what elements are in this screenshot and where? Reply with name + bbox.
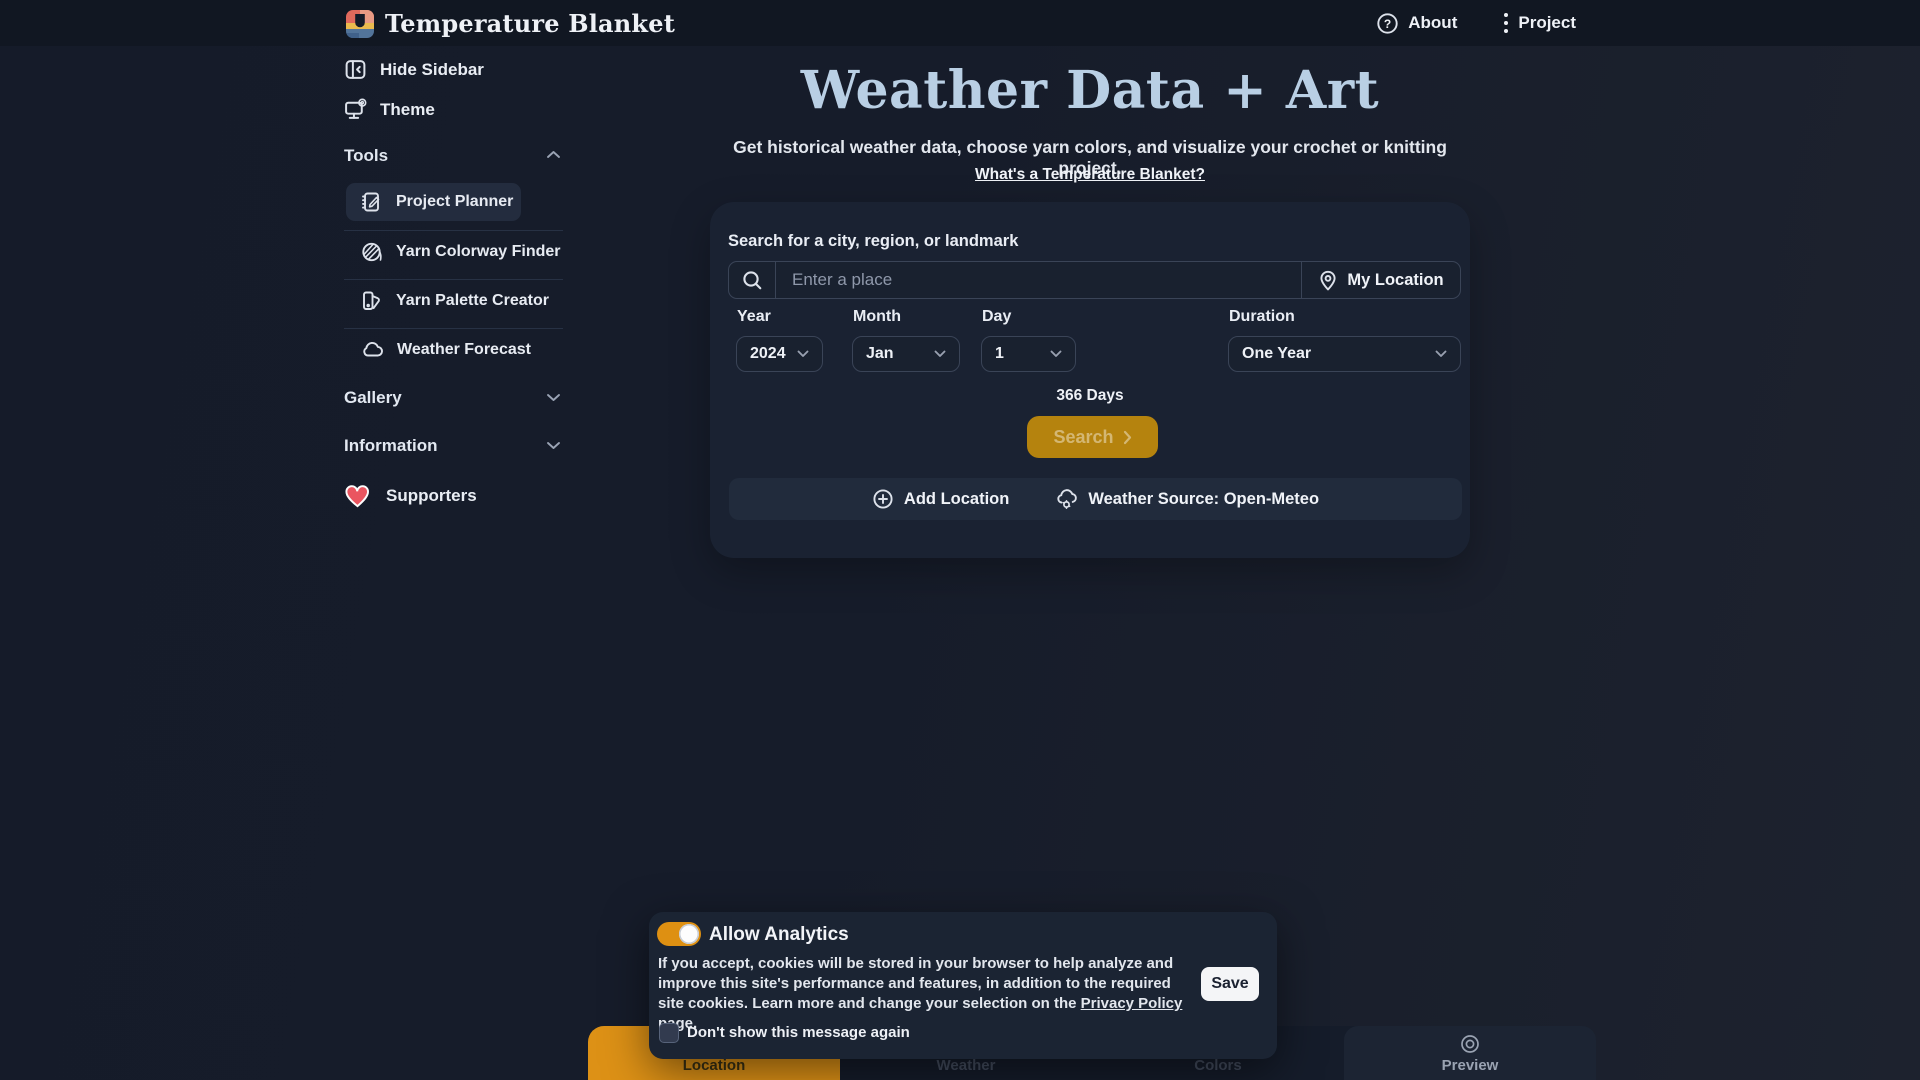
search-icon-button[interactable]: [729, 262, 776, 298]
save-button[interactable]: Save: [1201, 967, 1259, 1001]
preview-target-icon: [1459, 1033, 1481, 1055]
cookie-banner: Allow Analytics If you accept, cookies w…: [649, 912, 1277, 1059]
days-count: 366 Days: [710, 387, 1470, 405]
plus-circle-icon: [872, 488, 894, 510]
heart-icon: [344, 483, 371, 509]
cloud-icon: [361, 338, 384, 361]
cookie-banner-title: Allow Analytics: [709, 924, 849, 946]
kebab-menu-icon: [1503, 11, 1509, 35]
search-card-label: Search for a city, region, or landmark: [728, 232, 1018, 251]
chevron-down-icon[interactable]: [546, 393, 561, 402]
help-badge-icon: ?: [1376, 12, 1399, 35]
sidebar: Hide Sidebar Theme Tools: [344, 46, 563, 646]
page-title: Weather Data + Art: [710, 60, 1470, 121]
place-search-input[interactable]: [776, 262, 1301, 298]
search-card: Search for a city, region, or landmark: [710, 202, 1470, 558]
map-pin-icon: [1318, 270, 1338, 291]
cookie-banner-body: If you accept, cookies will be stored in…: [658, 954, 1190, 1034]
information-section-header[interactable]: Information: [344, 436, 438, 456]
chevron-down-icon: [934, 350, 946, 358]
toggle-knob: [679, 924, 699, 944]
brand-name: Temperature Blanket: [385, 9, 675, 38]
tab-preview[interactable]: Preview: [1344, 1026, 1596, 1080]
day-label: Day: [982, 308, 1011, 326]
chevron-up-icon[interactable]: [546, 150, 561, 159]
year-label: Year: [737, 308, 771, 326]
dont-show-again-label: Don't show this message again: [687, 1024, 910, 1041]
chevron-down-icon: [797, 350, 809, 358]
chevron-down-icon: [1050, 350, 1062, 358]
notebook-pencil-icon: [361, 191, 383, 213]
sidebar-item-yarn-colorway-finder[interactable]: Yarn Colorway Finder: [346, 233, 560, 270]
sidebar-item-yarn-palette-creator[interactable]: Yarn Palette Creator: [346, 282, 549, 319]
yarn-ball-icon: [361, 241, 383, 263]
chevron-down-icon: [1435, 350, 1447, 358]
place-search-row: My Location: [728, 261, 1461, 299]
year-select[interactable]: 2024: [736, 336, 823, 372]
add-location-button[interactable]: Add Location: [872, 488, 1009, 510]
topbar: Temperature Blanket ? About: [0, 0, 1920, 46]
project-menu-button[interactable]: Project: [1503, 11, 1576, 35]
sidebar-divider: [344, 328, 563, 329]
month-select[interactable]: Jan: [852, 336, 960, 372]
day-select[interactable]: 1: [981, 336, 1076, 372]
hide-sidebar-button[interactable]: Hide Sidebar: [344, 58, 484, 81]
allow-analytics-toggle[interactable]: [657, 922, 701, 946]
brand[interactable]: Temperature Blanket: [346, 9, 675, 38]
sidebar-divider: [344, 230, 563, 231]
duration-select[interactable]: One Year: [1228, 336, 1461, 372]
month-label: Month: [853, 308, 901, 326]
gallery-section-header[interactable]: Gallery: [344, 388, 402, 408]
panel-collapse-icon: [344, 58, 367, 81]
theme-button[interactable]: Theme: [344, 98, 435, 121]
app-root: Temperature Blanket ? About: [0, 0, 1920, 1080]
search-button[interactable]: Search: [1027, 416, 1158, 458]
weather-source-button[interactable]: Weather Source: Open-Meteo: [1055, 488, 1319, 511]
sidebar-divider: [344, 279, 563, 280]
top-navigation: ? About Project: [1376, 0, 1576, 46]
card-footer-bar: Add Location Weather Source: Open-Meteo: [729, 478, 1462, 520]
swatch-cards-icon: [361, 290, 383, 312]
my-location-button[interactable]: My Location: [1301, 262, 1460, 298]
about-button[interactable]: ? About: [1376, 12, 1457, 35]
dont-show-again-checkbox[interactable]: [659, 1023, 679, 1043]
app-logo-icon: [346, 10, 374, 38]
chevron-right-icon: [1123, 430, 1132, 445]
sidebar-item-weather-forecast[interactable]: Weather Forecast: [346, 331, 531, 368]
privacy-policy-link[interactable]: Privacy Policy: [1081, 995, 1183, 1012]
cloud-gear-icon: [1055, 488, 1078, 511]
duration-label: Duration: [1229, 308, 1295, 326]
sidebar-item-supporters[interactable]: Supporters: [344, 483, 477, 509]
search-icon: [742, 270, 763, 291]
svg-text:?: ?: [1384, 17, 1391, 31]
chevron-down-icon[interactable]: [546, 441, 561, 450]
tools-section-header[interactable]: Tools: [344, 146, 388, 166]
whats-a-temperature-blanket-link: What's a Temperature Blanket?: [710, 166, 1470, 184]
sidebar-item-project-planner[interactable]: Project Planner: [346, 183, 521, 221]
theme-monitor-icon: [344, 98, 367, 121]
